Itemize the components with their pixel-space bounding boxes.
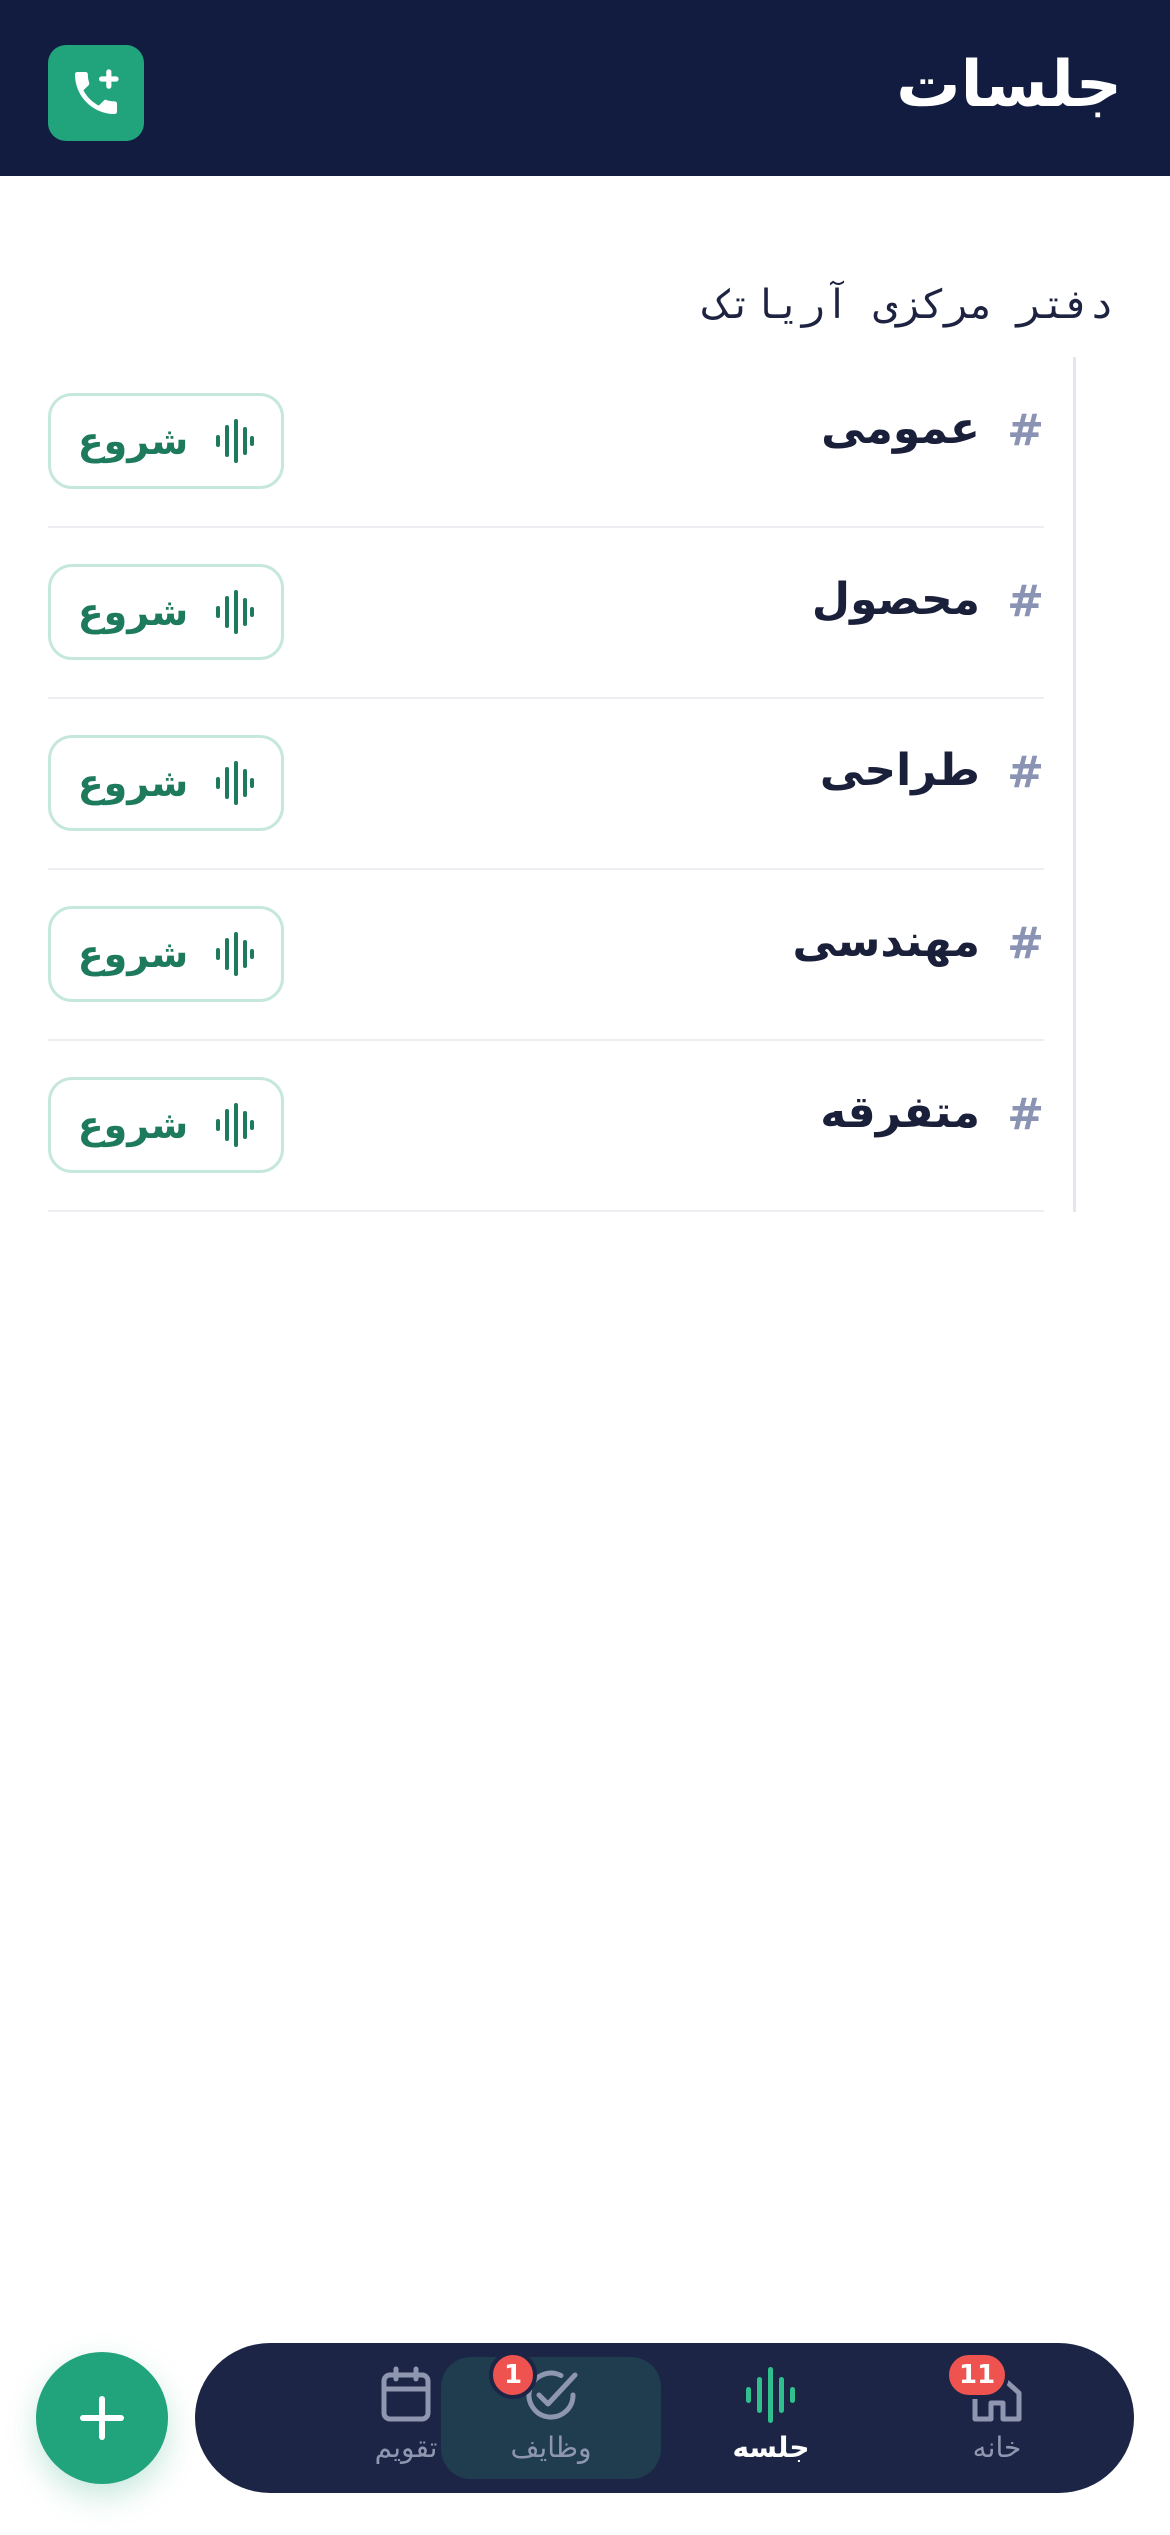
- audio-wave-icon: [216, 419, 255, 463]
- channel-name: طراحی: [819, 745, 980, 796]
- add-call-button[interactable]: [48, 45, 144, 141]
- start-button[interactable]: شروع: [48, 393, 284, 489]
- audio-wave-icon: [216, 932, 255, 976]
- channel-row-design[interactable]: # طراحی شروع: [48, 699, 1044, 870]
- hash-icon: #: [1007, 1089, 1044, 1140]
- hash-icon: #: [1007, 918, 1044, 969]
- nav-label-tasks: وظایف: [510, 2431, 592, 2464]
- start-label: شروع: [77, 1103, 189, 1147]
- phone-plus-icon: [75, 69, 119, 114]
- hash-icon: #: [1007, 405, 1044, 456]
- channel-row-general[interactable]: # عمومی شروع: [48, 357, 1044, 528]
- hash-icon: #: [1007, 747, 1044, 798]
- home-badge: 11: [945, 2351, 1010, 2399]
- audio-wave-icon: [216, 1103, 255, 1147]
- plus-icon: [80, 2396, 124, 2440]
- channel-row-engineering[interactable]: # مهندسی شروع: [48, 870, 1044, 1041]
- audio-wave-icon: [746, 2367, 795, 2423]
- hash-icon: #: [1007, 576, 1044, 627]
- start-button[interactable]: شروع: [48, 735, 284, 831]
- audio-wave-icon: [216, 761, 255, 805]
- nav-item-home[interactable]: خانه 11: [887, 2351, 1107, 2479]
- channel-name: عمومی: [821, 403, 980, 454]
- channel-name: مهندسی: [792, 916, 980, 967]
- start-button[interactable]: شروع: [48, 1077, 284, 1173]
- start-label: شروع: [77, 590, 189, 634]
- app-header: جلسات: [0, 0, 1170, 176]
- list-divider: [1073, 357, 1076, 1212]
- page-title: جلسات: [896, 48, 1122, 122]
- nav-item-tasks[interactable]: وظایف 1: [441, 2351, 661, 2479]
- channel-row-product[interactable]: # محصول شروع: [48, 528, 1044, 699]
- start-label: شروع: [77, 932, 189, 976]
- tasks-badge: 1: [489, 2351, 537, 2399]
- start-label: شروع: [77, 761, 189, 805]
- nav-item-meeting[interactable]: جلسه: [661, 2357, 881, 2479]
- start-button[interactable]: شروع: [48, 564, 284, 660]
- channel-name: متفرقه: [820, 1087, 980, 1138]
- channel-name: محصول: [811, 574, 980, 625]
- channel-row-misc[interactable]: # متفرقه شروع: [48, 1041, 1044, 1212]
- start-label: شروع: [77, 419, 189, 463]
- audio-wave-icon: [216, 590, 255, 634]
- bottom-navigation: تقویم وظایف 1 جلسه خانه 11: [195, 2343, 1134, 2493]
- start-button[interactable]: شروع: [48, 906, 284, 1002]
- meetings-screen: جلسات دفتر مرکزی آریاتک # عمومی شروع # م…: [0, 0, 1170, 2535]
- nav-label-home: خانه: [972, 2431, 1022, 2464]
- section-title: دفتر مرکزی آریاتک: [704, 282, 1114, 328]
- channel-list: # عمومی شروع # محصول شروع # طراحی شروع #…: [48, 357, 1076, 1212]
- nav-label-meeting: جلسه: [732, 2431, 810, 2464]
- calendar-icon: [381, 2366, 431, 2422]
- add-fab-button[interactable]: [36, 2352, 168, 2484]
